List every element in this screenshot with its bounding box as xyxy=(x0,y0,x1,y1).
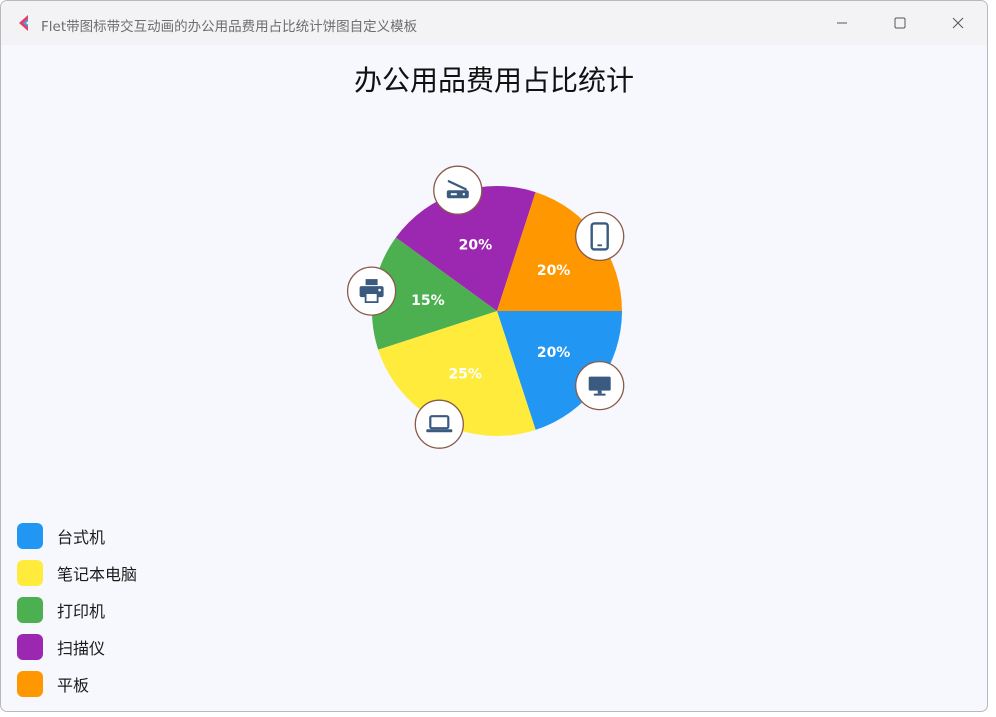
legend-label: 笔记本电脑 xyxy=(57,565,138,584)
slice-percent-label: 15% xyxy=(411,293,445,309)
flet-logo-icon xyxy=(19,15,28,31)
window-title: Flet带图标带交互动画的办公用品费用占比统计饼图自定义模板 xyxy=(41,19,418,35)
printer-icon xyxy=(346,266,397,316)
chart-area: 办公用品费用占比统计 20% 25% 15% 20% 20% 台式机 笔记本电脑 打印机… xyxy=(1,45,987,711)
legend-label: 扫描仪 xyxy=(57,639,106,658)
legend-swatch xyxy=(17,523,43,549)
slice-percent-label: 25% xyxy=(448,366,482,382)
laptop-icon xyxy=(414,399,464,449)
pie-chart: 20% 25% 15% 20% 20% xyxy=(346,165,625,449)
legend-item: 笔记本电脑 xyxy=(17,560,137,586)
slice-percent-label: 20% xyxy=(537,345,571,361)
tablet-icon xyxy=(575,211,625,262)
legend-label: 打印机 xyxy=(57,602,106,621)
legend: 台式机 笔记本电脑 打印机 扫描仪 平板 xyxy=(17,523,137,708)
close-icon xyxy=(952,17,964,29)
legend-item: 平板 xyxy=(17,671,137,697)
legend-label: 平板 xyxy=(57,676,90,695)
legend-item: 台式机 xyxy=(17,523,137,549)
minimize-icon xyxy=(837,22,847,24)
legend-swatch xyxy=(17,597,43,623)
legend-item: 打印机 xyxy=(17,597,137,623)
minimize-button[interactable] xyxy=(819,7,865,39)
desktop-monitor-icon xyxy=(575,360,625,411)
scanner-icon xyxy=(433,165,483,215)
slice-percent-label: 20% xyxy=(537,263,571,279)
legend-item: 扫描仪 xyxy=(17,634,137,660)
title-bar[interactable]: Flet带图标带交互动画的办公用品费用占比统计饼图自定义模板 xyxy=(1,1,987,45)
maximize-button[interactable] xyxy=(877,7,923,39)
legend-swatch xyxy=(17,560,43,586)
legend-label: 台式机 xyxy=(57,528,106,547)
close-button[interactable] xyxy=(935,7,981,39)
maximize-icon xyxy=(894,17,906,29)
app-window: Flet带图标带交互动画的办公用品费用占比统计饼图自定义模板 办公用品费用占比统… xyxy=(0,0,988,712)
slice-percent-label: 20% xyxy=(459,237,493,253)
legend-swatch xyxy=(17,634,43,660)
legend-swatch xyxy=(17,671,43,697)
